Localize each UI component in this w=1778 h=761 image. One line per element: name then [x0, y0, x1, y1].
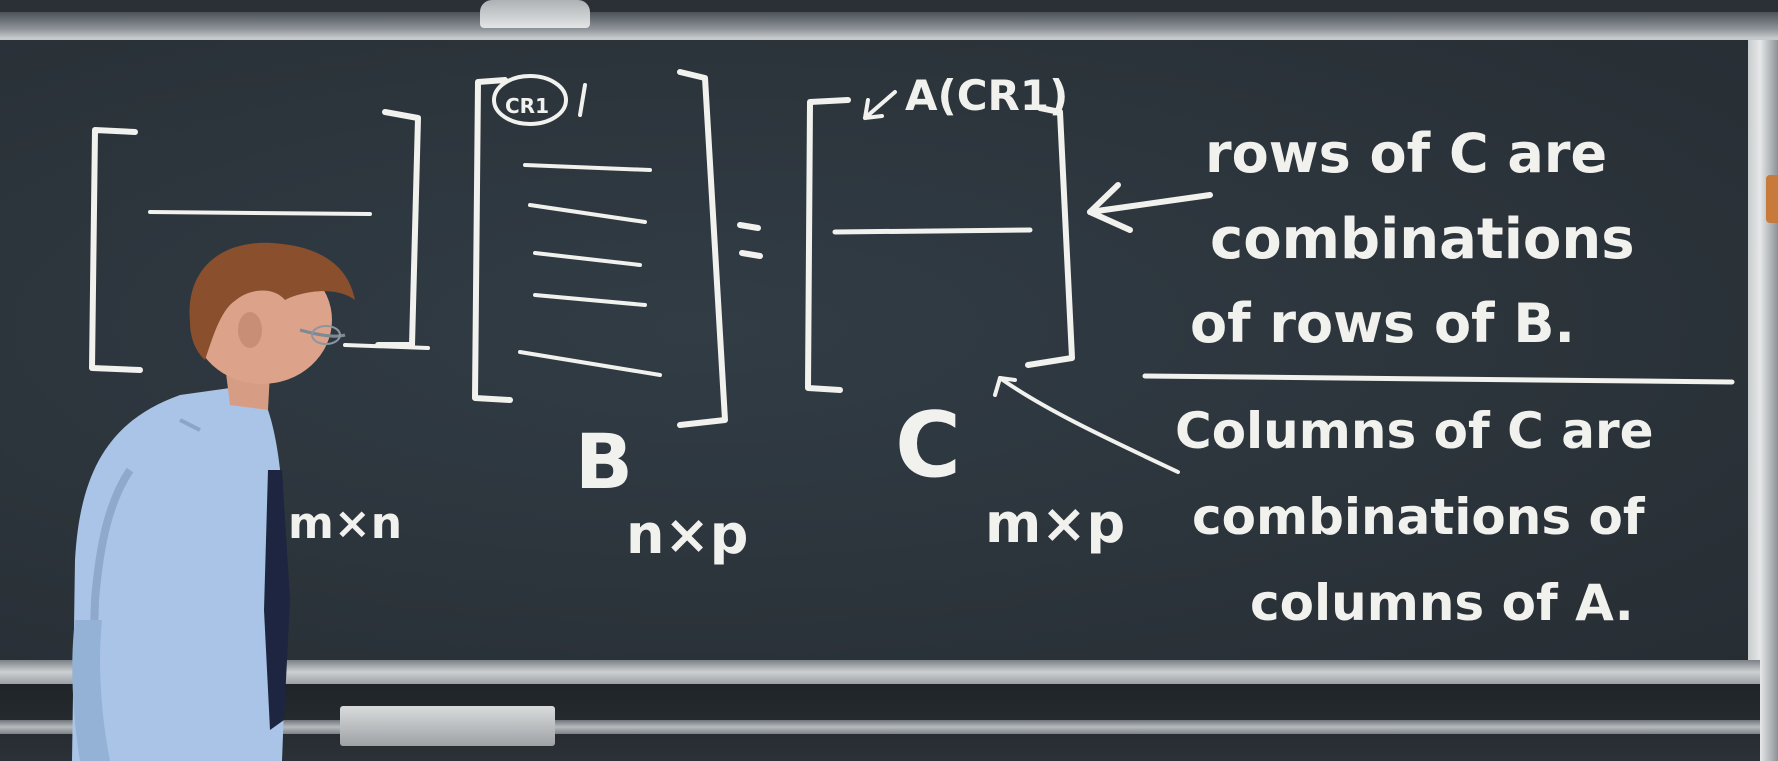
lecturer-shirt: [72, 388, 286, 761]
lecturer: [72, 242, 355, 761]
